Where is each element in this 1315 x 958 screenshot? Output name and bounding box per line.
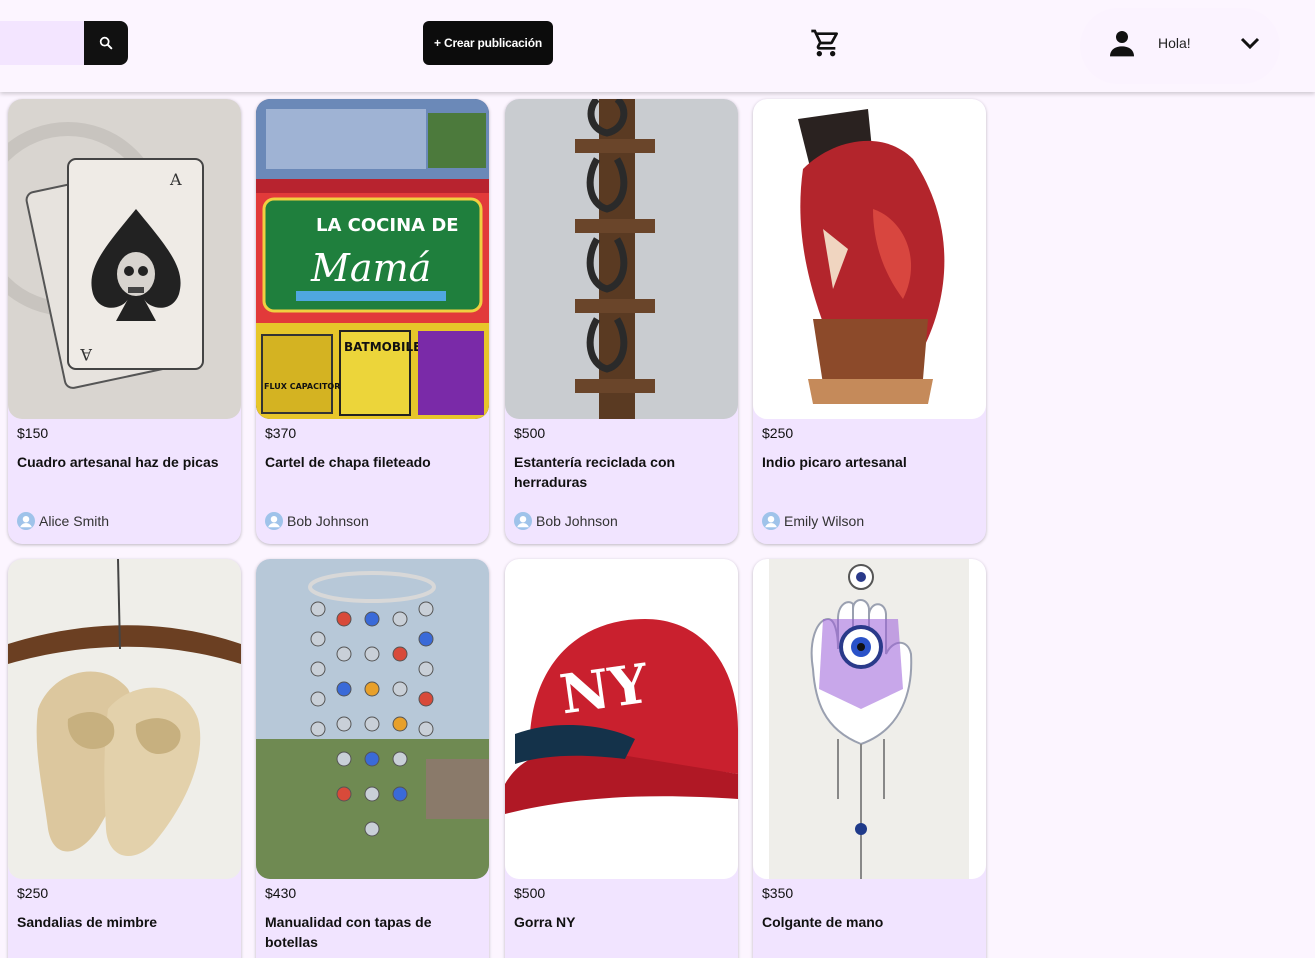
product-title[interactable]: Gorra NY xyxy=(514,912,729,932)
seller-info[interactable]: Alice Smith xyxy=(17,511,109,531)
seller-name: Alice Smith xyxy=(39,513,110,529)
seller-info[interactable]: Bob Johnson xyxy=(265,511,369,531)
avatar-icon xyxy=(762,512,780,530)
user-icon[interactable] xyxy=(1104,27,1140,59)
product-price: $370 xyxy=(265,425,297,441)
user-menu-toggle[interactable] xyxy=(1237,31,1263,55)
product-card[interactable]: LA COCINA DE Mamá BATMOBILE FLUX CAPACIT… xyxy=(256,99,489,544)
product-card[interactable]: $430 Manualidad con tapas de botellas xyxy=(256,559,489,958)
top-bar: + Crear publicación Hola! xyxy=(0,0,1315,92)
product-image[interactable]: A A xyxy=(8,99,241,419)
product-price: $150 xyxy=(17,425,49,441)
product-card[interactable]: $250 Sandalias de mimbre xyxy=(8,559,241,958)
search-icon xyxy=(99,36,113,50)
product-title[interactable]: Indio picaro artesanal xyxy=(762,452,977,472)
product-image[interactable] xyxy=(256,559,489,879)
product-image[interactable] xyxy=(8,559,241,879)
product-price: $500 xyxy=(514,425,546,441)
svg-text:A: A xyxy=(80,345,93,364)
product-price: $250 xyxy=(762,425,794,441)
product-price: $430 xyxy=(265,885,297,901)
product-card[interactable]: NY $500 Gorra NY xyxy=(505,559,738,958)
product-image[interactable]: LA COCINA DE Mamá BATMOBILE FLUX CAPACIT… xyxy=(256,99,489,419)
search-input[interactable] xyxy=(0,21,86,65)
product-image[interactable]: NY xyxy=(505,559,738,879)
seller-name: Bob Johnson xyxy=(287,513,369,529)
seller-info[interactable]: Emily Wilson xyxy=(762,511,864,531)
seller-name: Emily Wilson xyxy=(784,513,865,529)
greeting-text: Hola! xyxy=(1158,35,1191,51)
product-title[interactable]: Manualidad con tapas de botellas xyxy=(265,912,480,952)
product-price: $250 xyxy=(17,885,49,901)
svg-text:FLUX CAPACITOR: FLUX CAPACITOR xyxy=(264,382,340,391)
cart-button[interactable] xyxy=(810,27,842,59)
product-image[interactable] xyxy=(505,99,738,419)
product-image[interactable] xyxy=(753,99,986,419)
svg-text:BATMOBILE: BATMOBILE xyxy=(344,340,421,354)
product-title[interactable]: Cuadro artesanal haz de picas xyxy=(17,452,232,472)
svg-text:LA COCINA DE: LA COCINA DE xyxy=(316,215,459,236)
product-title[interactable]: Sandalias de mimbre xyxy=(17,912,232,932)
seller-name: Bob Johnson xyxy=(536,513,618,529)
product-card[interactable]: $250 Indio picaro artesanal Emily Wilson xyxy=(753,99,986,544)
seller-info[interactable]: Bob Johnson xyxy=(514,511,618,531)
chevron-down-icon xyxy=(1240,37,1260,50)
avatar-icon xyxy=(514,512,532,530)
product-card[interactable]: $500 Estantería reciclada con herraduras… xyxy=(505,99,738,544)
search-button[interactable] xyxy=(84,21,128,65)
svg-text:Mamá: Mamá xyxy=(310,246,431,290)
create-post-button[interactable]: + Crear publicación xyxy=(423,21,553,65)
product-card[interactable]: A A $150 Cuadro artesanal haz de picas A… xyxy=(8,99,241,544)
avatar-icon xyxy=(265,512,283,530)
product-card[interactable]: $350 Colgante de mano xyxy=(753,559,986,958)
product-image[interactable] xyxy=(753,559,986,879)
product-price: $350 xyxy=(762,885,794,901)
product-title[interactable]: Colgante de mano xyxy=(762,912,977,932)
cart-icon xyxy=(811,29,839,57)
product-title[interactable]: Cartel de chapa fileteado xyxy=(265,452,480,472)
svg-text:NY: NY xyxy=(556,651,653,727)
product-price: $500 xyxy=(514,885,546,901)
svg-text:A: A xyxy=(169,170,182,189)
product-title[interactable]: Estantería reciclada con herraduras xyxy=(514,452,729,492)
avatar-icon xyxy=(17,512,35,530)
